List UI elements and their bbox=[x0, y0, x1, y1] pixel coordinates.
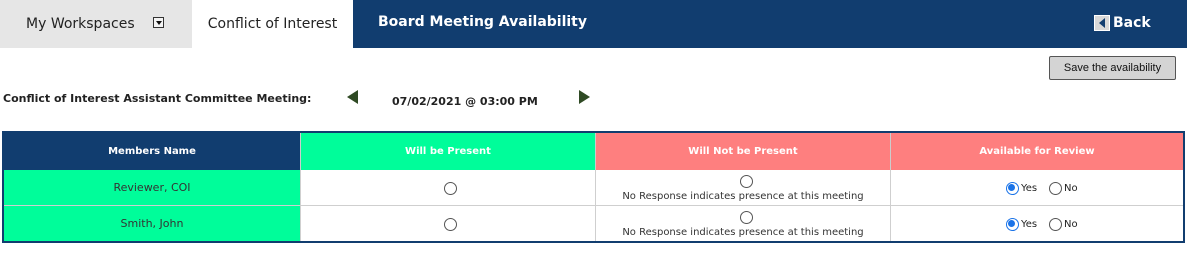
will-not-be-present-radio[interactable] bbox=[740, 211, 753, 224]
table-row: Smith, John No Response indicates presen… bbox=[4, 206, 1183, 241]
chevron-down-icon[interactable] bbox=[153, 17, 164, 28]
review-yes-option[interactable]: Yes bbox=[1006, 218, 1037, 231]
page-title: Board Meeting Availability bbox=[378, 14, 588, 30]
meeting-label: Conflict of Interest Assistant Committee… bbox=[3, 92, 312, 105]
back-arrow-icon bbox=[1094, 15, 1110, 31]
available-for-review-cell: Yes No bbox=[890, 206, 1183, 241]
review-no-option[interactable]: No bbox=[1049, 218, 1078, 231]
will-not-be-present-cell: No Response indicates presence at this m… bbox=[595, 206, 890, 241]
previous-meeting-icon[interactable] bbox=[347, 90, 358, 104]
review-no-label: No bbox=[1064, 219, 1078, 230]
my-workspaces-menu[interactable]: My Workspaces bbox=[0, 0, 192, 48]
next-meeting-icon[interactable] bbox=[579, 90, 590, 104]
column-header-members-name: Members Name bbox=[4, 133, 300, 170]
review-yes-radio[interactable] bbox=[1006, 218, 1019, 231]
column-header-will-not-be-present: Will Not be Present bbox=[595, 133, 890, 170]
review-yes-option[interactable]: Yes bbox=[1006, 182, 1037, 195]
available-for-review-cell: Yes No bbox=[890, 170, 1183, 206]
member-name: Reviewer, COI bbox=[4, 170, 300, 206]
column-header-available-for-review: Available for Review bbox=[890, 133, 1183, 170]
availability-table: Members Name Will be Present Will Not be… bbox=[2, 131, 1185, 243]
table-row: Reviewer, COI No Response indicates pres… bbox=[4, 170, 1183, 206]
review-yes-label: Yes bbox=[1021, 219, 1038, 230]
review-yes-label: Yes bbox=[1021, 183, 1038, 194]
no-response-note: No Response indicates presence at this m… bbox=[622, 227, 864, 238]
will-be-present-cell bbox=[300, 206, 595, 241]
save-availability-button[interactable]: Save the availability bbox=[1049, 56, 1176, 80]
will-not-be-present-cell: No Response indicates presence at this m… bbox=[595, 170, 890, 206]
review-yes-radio[interactable] bbox=[1006, 182, 1019, 195]
review-no-radio[interactable] bbox=[1049, 218, 1062, 231]
tab-conflict-of-interest[interactable]: Conflict of Interest bbox=[192, 0, 353, 48]
will-not-be-present-radio[interactable] bbox=[740, 175, 753, 188]
review-no-label: No bbox=[1064, 183, 1078, 194]
my-workspaces-label: My Workspaces bbox=[26, 16, 135, 32]
member-name: Smith, John bbox=[4, 206, 300, 241]
back-label: Back bbox=[1113, 15, 1151, 31]
will-be-present-radio[interactable] bbox=[444, 182, 457, 195]
no-response-note: No Response indicates presence at this m… bbox=[622, 191, 864, 202]
review-no-radio[interactable] bbox=[1049, 182, 1062, 195]
review-no-option[interactable]: No bbox=[1049, 182, 1078, 195]
column-header-will-be-present: Will be Present bbox=[300, 133, 595, 170]
will-be-present-radio[interactable] bbox=[444, 218, 457, 231]
meeting-datetime: 07/02/2021 @ 03:00 PM bbox=[392, 95, 538, 108]
will-be-present-cell bbox=[300, 170, 595, 206]
back-button[interactable]: Back bbox=[1094, 15, 1151, 31]
